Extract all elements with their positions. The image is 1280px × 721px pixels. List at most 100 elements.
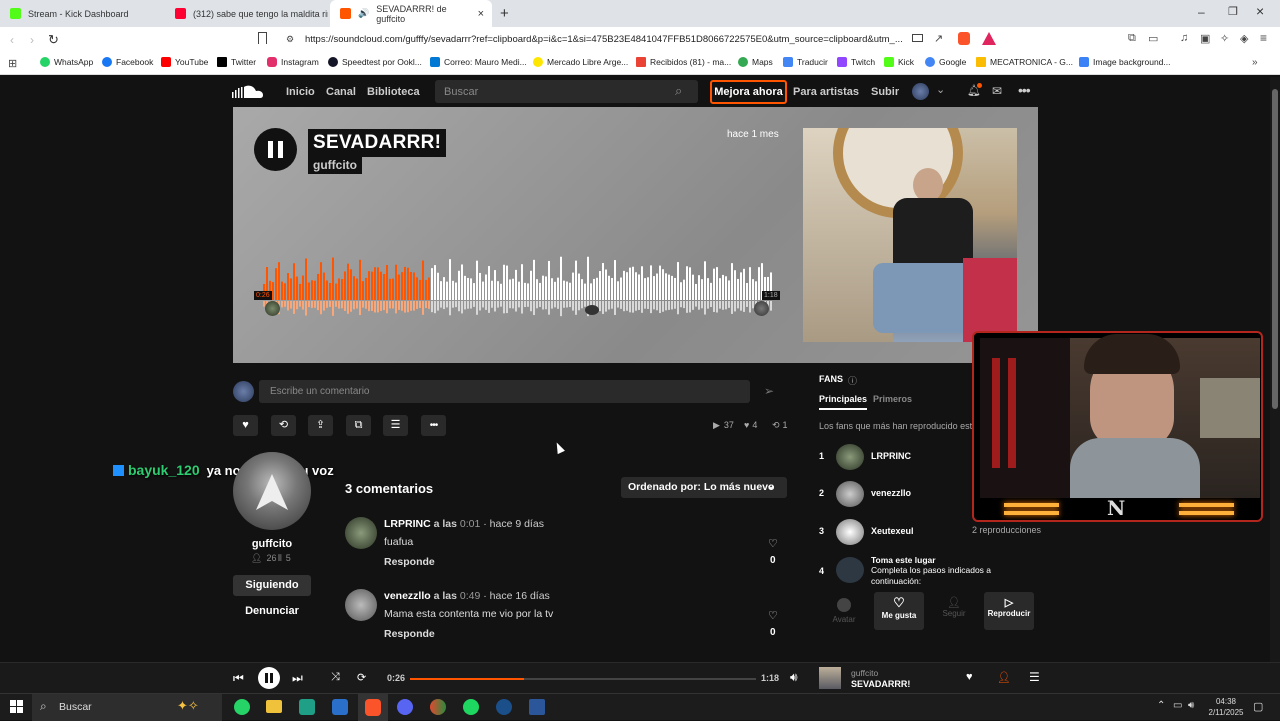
site-info-icon[interactable]: ⚙ — [286, 34, 294, 45]
pause-button[interactable] — [254, 128, 297, 171]
upload-link[interactable]: Subir — [871, 86, 899, 98]
tray-chevron-up-icon[interactable]: ⌃ — [1157, 700, 1165, 711]
bookmark-twitter[interactable]: Twitter — [217, 57, 256, 67]
notification-center-icon[interactable]: ▢ — [1253, 700, 1263, 713]
whatsapp-taskbar-icon[interactable] — [234, 699, 250, 715]
bookmark-mercadolibre[interactable]: Mercado Libre Arge... — [533, 57, 628, 67]
comment-marker-avatar[interactable] — [585, 305, 599, 315]
comment-marker-avatar[interactable] — [265, 301, 280, 316]
comment-user[interactable]: LRPRINC — [384, 518, 431, 530]
cast-icon[interactable] — [912, 34, 923, 42]
extensions-icon[interactable]: ⧉ — [1128, 32, 1136, 45]
word-icon[interactable] — [529, 699, 545, 715]
like-count[interactable]: ♥ 4 — [744, 420, 757, 430]
app-taskbar-icon[interactable] — [299, 699, 315, 715]
bookmark-facebook[interactable]: Facebook — [102, 57, 153, 67]
soundcloud-logo-icon[interactable] — [232, 84, 264, 100]
fan-avatar[interactable] — [836, 444, 864, 470]
discord-icon[interactable] — [397, 699, 413, 715]
brave-rewards-icon[interactable] — [982, 32, 996, 45]
info-icon[interactable]: ⓘ — [848, 374, 857, 387]
bookmark-twitch[interactable]: Twitch — [837, 57, 875, 67]
ai-icon[interactable]: ✧ — [1220, 32, 1229, 45]
nav-canal[interactable]: Canal — [326, 86, 356, 98]
speaker-tray-icon[interactable]: 🔊︎ — [1188, 700, 1194, 711]
new-tab-button[interactable]: + — [500, 5, 509, 22]
messages-icon[interactable]: ✉ — [992, 84, 1002, 98]
comment-avatar[interactable] — [345, 517, 377, 549]
close-window-button[interactable]: × — [1256, 3, 1264, 19]
player-title[interactable]: SEVADARRR! — [851, 679, 910, 689]
share-button[interactable]: ⇪ — [308, 415, 333, 436]
bookmark-image-bg[interactable]: Image background... — [1079, 57, 1171, 67]
comment-user[interactable]: venezzllo — [384, 590, 431, 602]
upgrade-button[interactable]: Mejora ahora — [710, 80, 787, 104]
volume-icon[interactable]: 🔊︎ — [790, 670, 798, 685]
player-pause-button[interactable] — [258, 667, 280, 689]
more-bookmarks-icon[interactable]: » — [1252, 57, 1258, 68]
nav-biblioteca[interactable]: Biblioteca — [367, 86, 420, 98]
bookmark-correo[interactable]: Correo: Mauro Medi... — [430, 57, 527, 67]
artist-avatar[interactable] — [233, 452, 311, 530]
fan-name[interactable]: venezzllo — [871, 488, 911, 498]
add-to-playlist-button[interactable]: ☰ — [383, 415, 408, 436]
bookmark-whatsapp[interactable]: WhatsApp — [40, 57, 93, 67]
comment-like-icon[interactable]: ♡ — [768, 537, 778, 550]
sidebar-icon[interactable]: ▭ — [1148, 32, 1158, 45]
more-options-icon[interactable]: ••• — [1018, 82, 1031, 98]
next-track-icon[interactable]: ⏭ — [292, 671, 303, 686]
nav-inicio[interactable]: Inicio — [286, 86, 315, 98]
apps-grid-icon[interactable]: ⊞ — [8, 57, 17, 70]
bookmark-instagram[interactable]: Instagram — [267, 57, 319, 67]
comment-marker-avatar[interactable] — [754, 301, 769, 316]
player-progress-track[interactable] — [410, 678, 756, 680]
windows-start-icon[interactable] — [10, 700, 23, 713]
artist-tracks[interactable]: ⫴ 5 — [278, 553, 291, 564]
clock[interactable]: 04:38 2/11/2025 — [1206, 696, 1246, 718]
like-button[interactable]: ♥ — [233, 415, 258, 436]
for-artists-link[interactable]: Para artistas — [793, 86, 859, 98]
fan-name[interactable]: Xeutexeul — [871, 526, 914, 536]
tab-principales[interactable]: Principales — [819, 394, 868, 410]
queue-icon[interactable]: ☰ — [1029, 670, 1040, 684]
send-icon[interactable]: ➢ — [764, 384, 774, 398]
track-artist[interactable]: guffcito — [308, 156, 362, 174]
copy-link-button[interactable]: ⧉ — [346, 415, 371, 436]
taskbar-search[interactable]: ⌕ Buscar ✦✧ — [32, 694, 222, 721]
bookmark-maps[interactable]: Maps — [738, 57, 773, 67]
player-artwork[interactable] — [819, 667, 841, 689]
step-play-button[interactable]: ▷ Reproducir — [984, 592, 1034, 630]
music-icon[interactable]: ♫ — [1180, 32, 1188, 44]
repeat-icon[interactable]: ⟳ — [357, 671, 366, 684]
reply-link[interactable]: Responde — [384, 628, 435, 640]
comments-sort-dropdown[interactable]: Ordenado por: Lo más nuevo ⌄ — [621, 477, 787, 498]
track-artwork[interactable] — [803, 128, 1017, 342]
network-icon[interactable]: ▭ — [1173, 700, 1182, 711]
following-button[interactable]: Siguiendo — [233, 575, 311, 596]
comment-timestamp[interactable]: 0:01 — [460, 518, 480, 530]
bookmark-mecatronica[interactable]: MECATRONICA - G... — [976, 57, 1073, 67]
fan-avatar[interactable] — [836, 481, 864, 507]
search-icon[interactable]: ⌕ — [675, 83, 682, 99]
bookmark-translate[interactable]: Traducir — [783, 57, 828, 67]
menu-icon[interactable]: ≡ — [1260, 31, 1267, 45]
back-icon[interactable]: ‹ — [10, 33, 14, 47]
comment-avatar[interactable] — [345, 589, 377, 621]
comment-input[interactable]: Escribe un comentario — [259, 380, 750, 403]
bookmark-gmail[interactable]: Recibidos (81) - ma... — [636, 57, 731, 67]
page-scrollbar[interactable] — [1270, 77, 1280, 662]
bookmark-youtube[interactable]: YouTube — [161, 57, 208, 67]
bookmark-google[interactable]: Google — [925, 57, 966, 67]
fan-avatar[interactable] — [836, 519, 864, 545]
tab-kick-dashboard[interactable]: Stream - Kick Dashboard — [0, 0, 165, 27]
comment-like-icon[interactable]: ♡ — [768, 609, 778, 622]
waveform[interactable] — [263, 252, 783, 322]
repost-count[interactable]: ⟲ 1 — [772, 420, 788, 431]
more-actions-button[interactable]: ••• — [421, 415, 446, 436]
close-tab-icon[interactable]: × — [478, 8, 484, 20]
search-box[interactable]: Buscar ⌕ — [435, 80, 698, 103]
brave-taskbar-button[interactable] — [358, 694, 388, 721]
follow-artist-icon[interactable]: 👤︎ — [997, 671, 1011, 684]
minimize-button[interactable]: – — [1198, 5, 1205, 19]
player-like-icon[interactable]: ♥ — [966, 671, 973, 683]
